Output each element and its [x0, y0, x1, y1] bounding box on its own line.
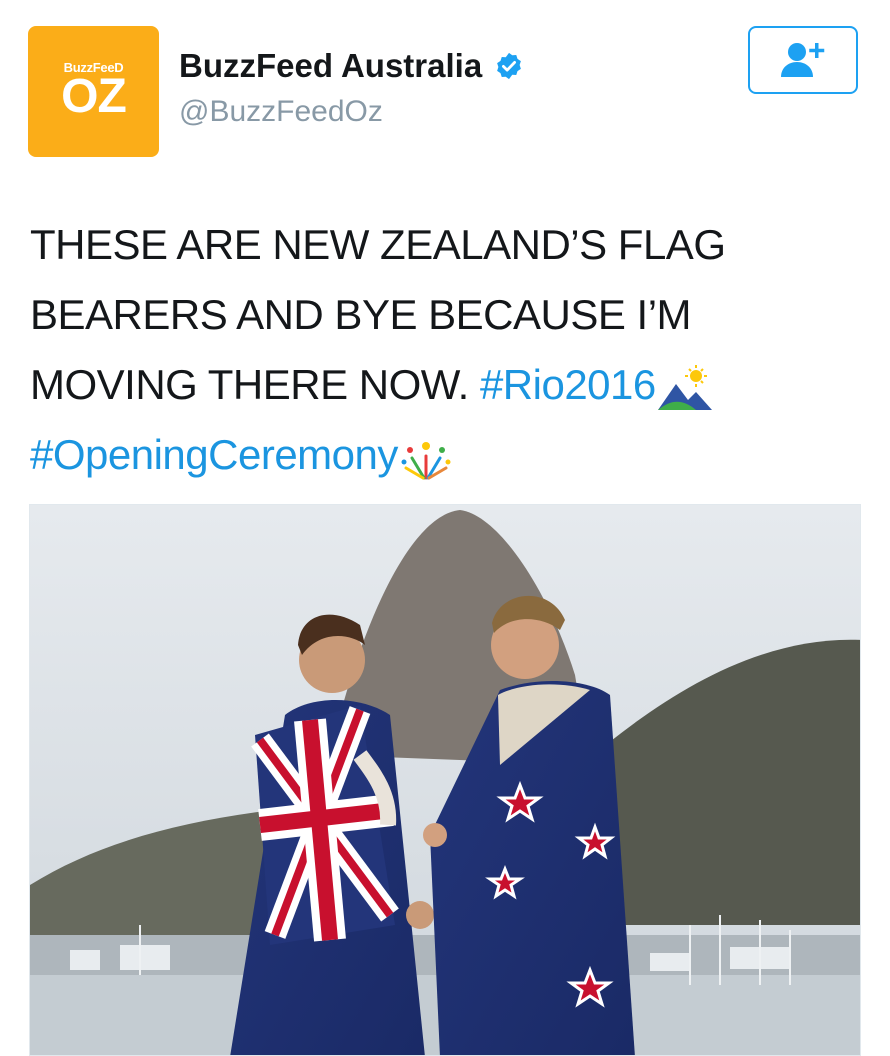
avatar-brand-big: OZ: [61, 70, 127, 123]
avatar[interactable]: BuzzFeeD OZ: [28, 26, 159, 157]
verified-badge-icon: [497, 52, 522, 80]
tweet-line-4: #OpeningCeremony: [30, 420, 860, 490]
tweet-line-1: THESE ARE NEW ZEALAND’S FLAG: [30, 221, 726, 268]
tweet-line-3: MOVING THERE NOW. #Rio2016: [30, 350, 860, 420]
user-handle[interactable]: @BuzzFeedOz: [179, 95, 383, 129]
mountain-sun-emoji: [657, 364, 712, 410]
fireworks-emoji: [401, 441, 451, 480]
hashtag-rio2016[interactable]: #Rio2016: [480, 361, 656, 408]
hashtag-opening-ceremony[interactable]: #OpeningCeremony: [30, 431, 398, 478]
add-user-icon: [781, 43, 825, 77]
display-name-text: BuzzFeed Australia: [179, 47, 483, 84]
tweet-line-2: BEARERS AND BYE BECAUSE I’M: [30, 291, 692, 338]
photo-flag-bearers: [30, 505, 860, 1055]
tweet-line-3-text: MOVING THERE NOW.: [30, 361, 469, 408]
tweet-text: THESE ARE NEW ZEALAND’S FLAG BEARERS AND…: [30, 210, 860, 490]
display-name[interactable]: BuzzFeed Australia: [179, 47, 524, 85]
follow-button[interactable]: [748, 26, 858, 94]
tweet-photo[interactable]: [29, 504, 861, 1056]
